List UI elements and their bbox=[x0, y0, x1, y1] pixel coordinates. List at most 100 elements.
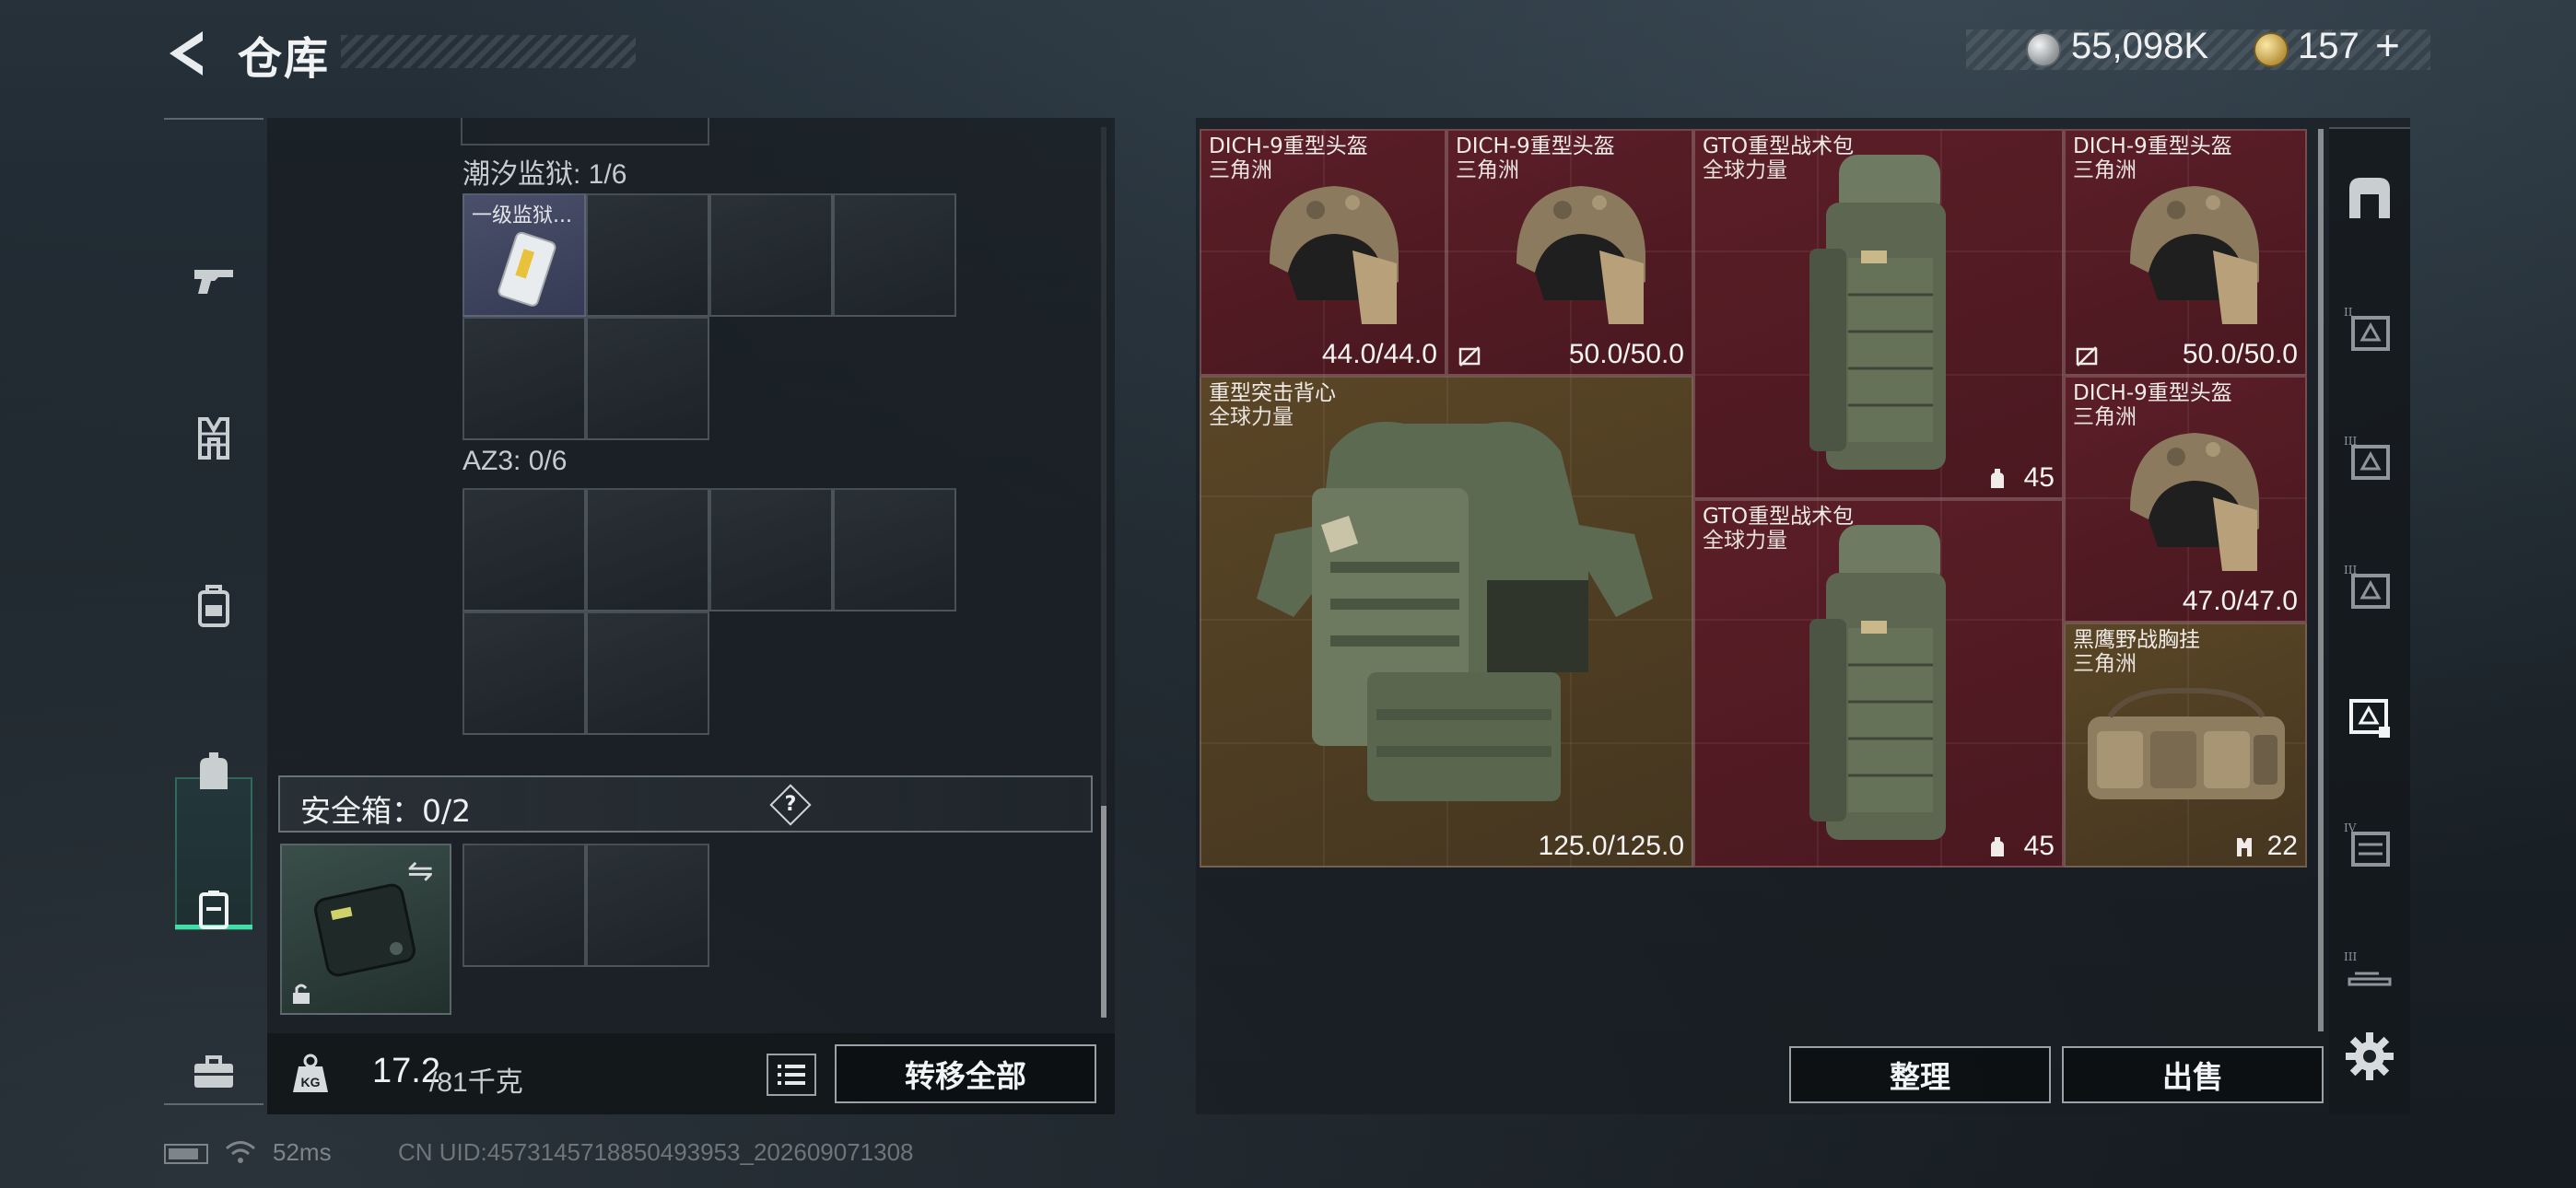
stash-tab-III-icon: III bbox=[2344, 950, 2392, 986]
prison-container-label: 潮汐监狱: 1/6 bbox=[463, 159, 627, 190]
helmet-image bbox=[1270, 186, 1399, 324]
prison-slot[interactable] bbox=[709, 193, 833, 317]
stash-tab-3[interactable]: III bbox=[2329, 418, 2410, 501]
back-arrow-icon[interactable] bbox=[162, 28, 210, 79]
item-capacity: 45 bbox=[2023, 462, 2055, 493]
az3-slot[interactable] bbox=[586, 488, 709, 611]
item-durability: 50.0/50.0 bbox=[2182, 339, 2298, 369]
previous-container-edge bbox=[461, 118, 709, 146]
no-repair-icon bbox=[1458, 346, 1481, 367]
az3-slot[interactable] bbox=[833, 488, 956, 611]
toolbox-icon bbox=[194, 1055, 233, 1088]
prison-item-label: 一级监狱... bbox=[472, 204, 572, 227]
safe-box-label: 安全箱：0/2 bbox=[300, 793, 472, 829]
stash-item-helmet[interactable]: DICH-9重型头盔 三角洲 44.0/44.0 bbox=[1200, 129, 1446, 376]
item-name: DICH-9重型头盔 bbox=[2073, 381, 2232, 405]
chest-rig-capacity-icon bbox=[2237, 838, 2252, 856]
item-capacity: 45 bbox=[2023, 831, 2055, 861]
gold-coin-icon bbox=[2254, 32, 2289, 67]
nav-pouch[interactable] bbox=[164, 722, 263, 821]
helmet-image bbox=[2130, 433, 2259, 571]
silver-coin-icon bbox=[2026, 32, 2061, 67]
az3-slot[interactable] bbox=[586, 611, 709, 735]
item-durability: 47.0/47.0 bbox=[2182, 586, 2298, 616]
item-name: 黑鹰野战胸挂 bbox=[2073, 628, 2200, 652]
stash-home-icon bbox=[2349, 178, 2390, 218]
pistol-icon bbox=[194, 270, 233, 294]
stash-item-helmet[interactable]: DICH-9重型头盔 三角洲 50.0/50.0 bbox=[1446, 129, 1693, 376]
stash-item-body-armor[interactable]: 重型突击背心 全球力量 125.0/125.0 bbox=[1200, 376, 1693, 868]
item-durability: 125.0/125.0 bbox=[1538, 831, 1684, 861]
backpack-icon bbox=[198, 585, 229, 627]
battery-icon bbox=[164, 1144, 208, 1164]
nav-weapons[interactable] bbox=[164, 228, 263, 328]
prison-item-cell[interactable]: 一级监狱... bbox=[463, 193, 586, 317]
prison-slot[interactable] bbox=[586, 317, 709, 440]
gear-icon bbox=[2346, 1032, 2394, 1080]
left-nav bbox=[164, 118, 263, 1105]
stash-tab-IV-icon: IV bbox=[2344, 821, 2390, 867]
stash-tab-5[interactable]: IV bbox=[2329, 805, 2410, 888]
stash-scrollbar-thumb[interactable] bbox=[2318, 129, 2324, 1031]
capacity-icon bbox=[1991, 837, 2004, 856]
help-icon[interactable]: ? bbox=[769, 784, 812, 826]
stash-tab-2[interactable]: II bbox=[2329, 289, 2410, 372]
user-uid: CN UID:4573145718850493953_202609071308 bbox=[398, 1138, 914, 1166]
az3-slot[interactable] bbox=[463, 611, 586, 735]
safe-slot[interactable] bbox=[463, 844, 586, 967]
add-gold-button[interactable]: + bbox=[2375, 20, 2400, 70]
item-name: DICH-9重型头盔 bbox=[2073, 134, 2232, 158]
stash-tab-II-icon: II bbox=[2344, 306, 2390, 351]
header: 仓库 55,098K 157 + bbox=[0, 0, 2576, 111]
item-name: DICH-9重型头盔 bbox=[1456, 134, 1615, 158]
stash-tab-6[interactable]: III bbox=[2329, 934, 2410, 1017]
wifi-icon bbox=[226, 1141, 255, 1163]
title-decoration bbox=[341, 35, 636, 68]
prison-slot[interactable] bbox=[833, 193, 956, 317]
svg-text:III: III bbox=[2344, 950, 2357, 963]
secure-case-icon bbox=[199, 891, 228, 929]
ping-readout: 52ms bbox=[273, 1138, 332, 1166]
stash-tab-4[interactable]: III bbox=[2329, 547, 2410, 630]
sell-button[interactable]: 出售 bbox=[2062, 1046, 2324, 1103]
item-durability: 50.0/50.0 bbox=[1568, 339, 1684, 369]
sort-button[interactable]: 整理 bbox=[1789, 1046, 2051, 1103]
prison-slot[interactable] bbox=[586, 193, 709, 317]
weight-kg-icon: KG bbox=[293, 1054, 328, 1092]
nav-toolbox[interactable] bbox=[164, 1022, 263, 1122]
nav-secure-case[interactable] bbox=[164, 860, 263, 960]
stash-item-backpack[interactable]: GTO重型战术包 全球力量 45 bbox=[1693, 129, 2064, 499]
stash-item-chest-rig[interactable]: 黑鹰野战胸挂 三角洲 22 bbox=[2064, 623, 2307, 868]
list-icon bbox=[778, 1065, 805, 1085]
safe-box-header: 安全箱：0/2 ? bbox=[278, 775, 1093, 833]
vest-icon bbox=[198, 417, 229, 460]
nav-vest[interactable] bbox=[164, 389, 263, 488]
az3-slot[interactable] bbox=[709, 488, 833, 611]
helmet-image bbox=[1516, 186, 1645, 324]
stash-item-backpack[interactable]: GTO重型战术包 全球力量 45 bbox=[1693, 499, 2064, 868]
stash-item-helmet[interactable]: DICH-9重型头盔 三角洲 47.0/47.0 bbox=[2064, 376, 2307, 623]
stash-tab-active[interactable] bbox=[2329, 676, 2410, 759]
body-armor-image bbox=[1257, 422, 1653, 801]
item-durability: 44.0/44.0 bbox=[1321, 339, 1437, 369]
stash-tab-active-icon bbox=[2349, 699, 2390, 738]
az3-slot[interactable] bbox=[463, 488, 586, 611]
settings-button[interactable] bbox=[2329, 1015, 2410, 1098]
prison-slot[interactable] bbox=[463, 317, 586, 440]
item-name: DICH-9重型头盔 bbox=[1209, 134, 1368, 158]
silver-currency-amount: 55,098K bbox=[2071, 26, 2209, 66]
secure-case-slot[interactable]: ⇋ bbox=[280, 844, 451, 1015]
stash-item-helmet[interactable]: DICH-9重型头盔 三角洲 50.0/50.0 bbox=[2064, 129, 2307, 376]
no-repair-icon bbox=[2076, 346, 2098, 367]
backpack-image bbox=[1809, 155, 1946, 470]
nav-backpack[interactable] bbox=[164, 556, 263, 656]
keycard-icon bbox=[498, 231, 556, 307]
stash-tab-home[interactable] bbox=[2329, 157, 2410, 239]
capacity-icon bbox=[1991, 469, 2004, 488]
safe-slot[interactable] bbox=[586, 844, 709, 967]
secure-case-image bbox=[314, 883, 416, 977]
left-scrollbar-thumb[interactable] bbox=[1101, 806, 1107, 1018]
transfer-all-button[interactable]: 转移全部 bbox=[835, 1044, 1096, 1103]
lock-icon bbox=[293, 984, 310, 1004]
list-view-button[interactable] bbox=[767, 1054, 816, 1096]
